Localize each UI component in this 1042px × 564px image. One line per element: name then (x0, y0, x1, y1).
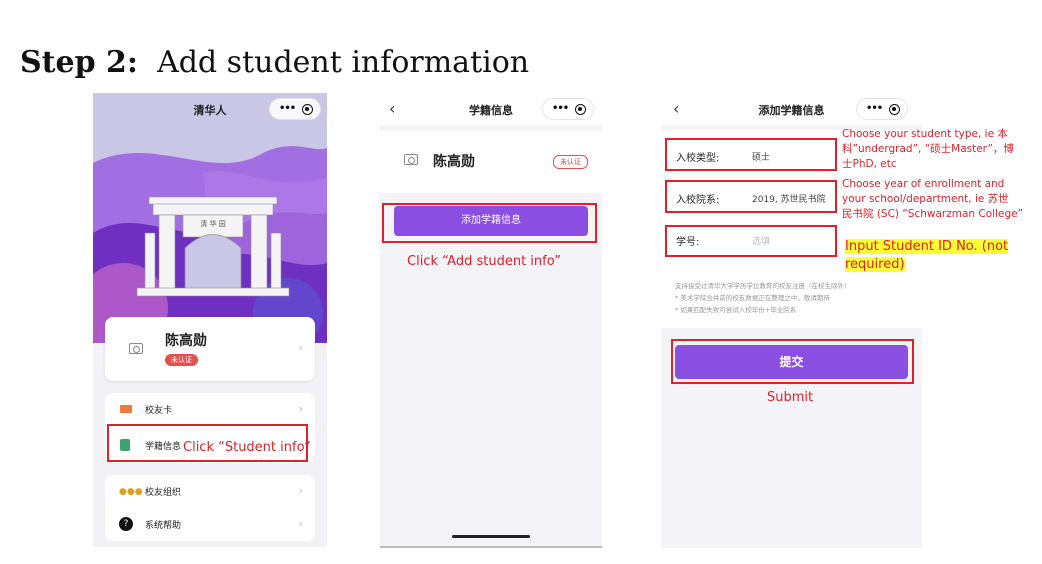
profile-card[interactable]: 陈高勋 未认证 › (105, 317, 315, 381)
highlight-school (665, 180, 837, 213)
annotation-enrollment-year: Choose year of enrollment and your schoo… (842, 177, 1023, 222)
annotation-line: 民书院 (SC) “Schwarzman College” (842, 208, 1024, 220)
annotation-student-type: Choose your student type, ie 本 科”undergr… (842, 127, 1014, 172)
profile-name: 陈高勋 (165, 333, 207, 349)
note-line: 支持接受过清华大学学历学位教育的校友注册（在校生除外） (675, 282, 851, 290)
menu-item-alumni-card[interactable]: 校友卡 › (105, 393, 315, 427)
menu-item-label: 校友卡 (145, 406, 173, 416)
note-line: * 如果匹配失败可尝试入校年份+毕业院系 (675, 306, 797, 314)
step-title: Add student information (157, 45, 530, 80)
highlight-add-student-info (382, 203, 597, 243)
annotation-line: 科”undergrad”, “硕士Master”，博 (842, 143, 1014, 155)
profile-card[interactable]: 陈高勋 未认证 (380, 131, 602, 193)
menu-item-label: 系统帮助 (145, 521, 182, 531)
nav-bar: ‹ 学籍信息 ••• (380, 93, 602, 125)
annotation-click-student-info: Click “Student info” (183, 440, 311, 455)
annotation-submit: Submit (767, 390, 814, 405)
menu-item-help[interactable]: ? 系统帮助 › (105, 508, 315, 542)
chevron-right-icon: › (298, 484, 303, 497)
close-target-icon[interactable] (575, 104, 586, 115)
phone-screen-student-info: ‹ 学籍信息 ••• 陈高勋 未认证 添加学籍信息 (380, 93, 602, 548)
annotation-student-id: Input Student ID No. (not required) (845, 238, 1009, 274)
annotation-line: Input Student ID No. (not (845, 239, 1009, 254)
step-number: Step 2: (20, 45, 138, 80)
menu-item-alumni-groups[interactable]: ●●● 校友组织 › (105, 475, 315, 509)
camera-icon (404, 154, 418, 165)
more-icon[interactable]: ••• (552, 103, 569, 114)
home-indicator (452, 535, 530, 538)
phone-screen-home: 清 华 园 清华人 ••• 陈高勋 未认证 › 校友卡 › 学籍信息 ●●● 校… (93, 93, 327, 547)
annotation-line: 士PhD, etc (842, 158, 897, 170)
close-target-icon[interactable] (302, 104, 313, 115)
annotation-line: your school/department, ie 苏世 (842, 193, 1009, 205)
annotation-line: Choose year of enrollment and (842, 178, 1005, 190)
svg-text:清 华 园: 清 华 园 (200, 219, 225, 228)
menu-item-label: 校友组织 (145, 488, 182, 498)
profile-name: 陈高勋 (433, 154, 475, 170)
more-icon[interactable]: ••• (279, 103, 296, 114)
highlight-enrollment-type (665, 138, 837, 171)
step-heading: Step 2: Add student information (20, 45, 529, 80)
alumni-group-icon: ●●● (119, 487, 143, 497)
status-badge: 未认证 (165, 354, 198, 366)
tsinghua-gate-illustration: 清 华 园 (93, 146, 327, 353)
nav-bar: ‹ 添加学籍信息 ••• (661, 93, 922, 125)
chevron-right-icon: › (298, 341, 303, 354)
annotation-click-add-student-info: Click “Add student info” (407, 254, 561, 269)
nav-bar: 清华人 ••• (93, 93, 327, 127)
chevron-right-icon: › (298, 517, 303, 530)
hero-banner: 清 华 园 (93, 93, 327, 353)
chevron-right-icon: › (298, 402, 303, 415)
camera-icon (129, 343, 143, 354)
mini-program-capsule[interactable]: ••• (856, 98, 908, 120)
mini-program-capsule[interactable]: ••• (269, 98, 321, 120)
highlight-submit (671, 339, 914, 384)
close-target-icon[interactable] (889, 104, 900, 115)
help-icon: ? (119, 517, 133, 531)
alumni-card-icon (120, 405, 132, 413)
mini-program-capsule[interactable]: ••• (542, 98, 594, 120)
annotation-line: Choose your student type, ie 本 (842, 128, 1008, 140)
status-badge: 未认证 (553, 155, 588, 169)
more-icon[interactable]: ••• (866, 103, 883, 114)
note-line: * 美术学院合并前的校友数据正在整理之中，敬请期待 (675, 294, 830, 302)
annotation-line: required) (845, 257, 905, 272)
highlight-student-id (665, 225, 837, 257)
menu-group-2: ●●● 校友组织 › ? 系统帮助 › (105, 475, 315, 541)
